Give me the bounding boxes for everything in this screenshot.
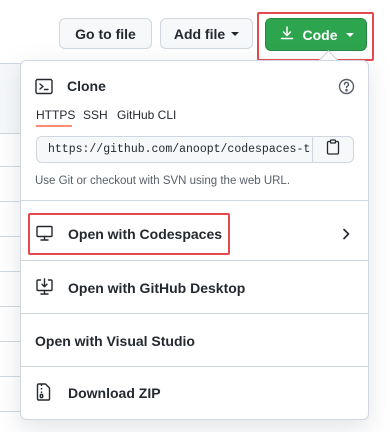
clone-url-field[interactable]: https://github.com/anoopt/codespaces-t bbox=[36, 136, 354, 163]
caret-down-icon bbox=[231, 32, 240, 36]
tab-ssh[interactable]: SSH bbox=[83, 108, 108, 122]
code-button[interactable]: Code bbox=[265, 18, 367, 51]
background-row-divider bbox=[0, 306, 22, 307]
background-file-header bbox=[0, 63, 22, 133]
clone-hint-text: Use Git or checkout with SVN using the w… bbox=[35, 175, 291, 187]
go-to-file-button[interactable]: Go to file bbox=[59, 18, 152, 49]
codespaces-highlight bbox=[28, 213, 230, 255]
download-zip-item[interactable]: Download ZIP bbox=[21, 367, 368, 419]
open-with-github-desktop-label: Open with GitHub Desktop bbox=[68, 280, 246, 296]
background-row-divider bbox=[0, 236, 22, 237]
open-with-github-desktop-item[interactable]: Open with GitHub Desktop bbox=[21, 261, 368, 313]
add-file-button[interactable]: Add file bbox=[160, 18, 253, 49]
chevron-right-icon bbox=[341, 227, 351, 246]
open-with-visual-studio-item[interactable]: Open with Visual Studio bbox=[21, 314, 368, 366]
terminal-icon bbox=[35, 78, 53, 100]
caret-down-icon bbox=[345, 33, 354, 37]
question-circle-icon[interactable] bbox=[338, 78, 355, 100]
tab-https[interactable]: HTTPS bbox=[36, 108, 75, 122]
clone-title: Clone bbox=[67, 78, 106, 94]
background-row-divider bbox=[0, 201, 22, 202]
code-button-label: Code bbox=[302, 26, 338, 43]
copy-url-button[interactable] bbox=[312, 137, 353, 162]
background-row-divider bbox=[0, 133, 22, 134]
clipboard-icon bbox=[326, 139, 340, 160]
desktop-download-icon bbox=[36, 278, 53, 300]
background-row-divider bbox=[0, 271, 22, 272]
menu-divider bbox=[21, 200, 368, 201]
open-with-visual-studio-label: Open with Visual Studio bbox=[35, 333, 195, 349]
background-row-divider bbox=[0, 341, 22, 342]
download-icon bbox=[279, 25, 295, 44]
add-file-label: Add file bbox=[173, 25, 226, 42]
file-zip-icon bbox=[36, 383, 51, 406]
tab-https-underline bbox=[36, 125, 72, 127]
background-row-divider bbox=[0, 376, 22, 377]
clone-url-text[interactable]: https://github.com/anoopt/codespaces-t bbox=[37, 137, 312, 162]
background-row-divider bbox=[0, 166, 22, 167]
background-row-divider bbox=[0, 63, 22, 64]
background-row-divider bbox=[0, 411, 22, 412]
download-zip-label: Download ZIP bbox=[68, 385, 161, 401]
tab-github-cli[interactable]: GitHub CLI bbox=[117, 108, 176, 122]
go-to-file-label: Go to file bbox=[75, 25, 136, 42]
